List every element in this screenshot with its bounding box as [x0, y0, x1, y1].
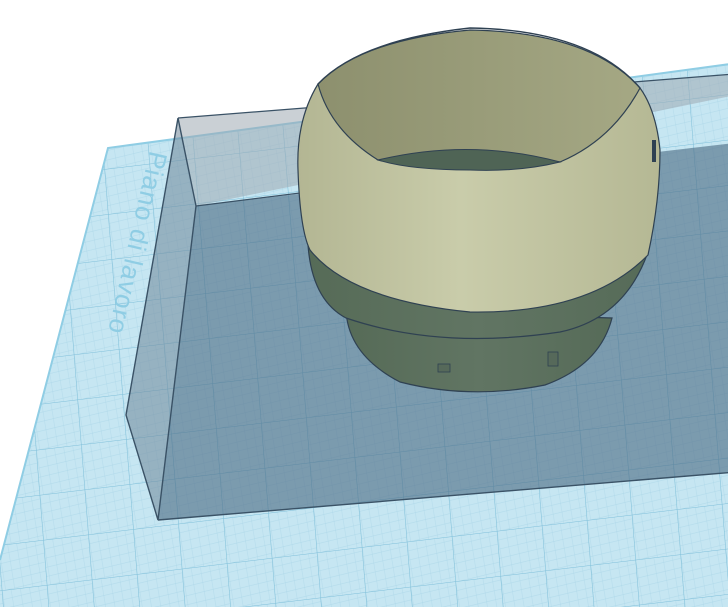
scene-canvas[interactable]: Piano di lavoro [0, 0, 728, 607]
ring-inner-wall [317, 29, 641, 163]
ring-notch-3 [652, 140, 656, 162]
ring-notch-2 [437, 363, 451, 373]
3d-viewport[interactable]: Piano di lavoro [0, 0, 728, 607]
ring-notch-1 [547, 351, 559, 367]
